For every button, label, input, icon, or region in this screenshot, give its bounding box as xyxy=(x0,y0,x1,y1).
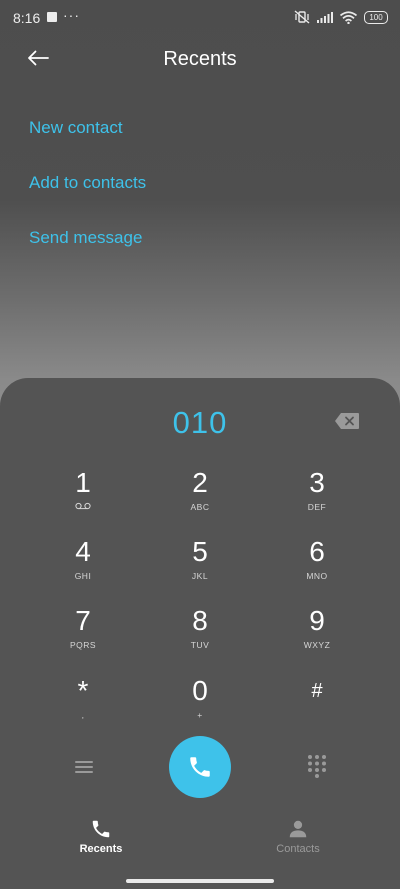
key-digit: 4 xyxy=(75,536,91,567)
key-3[interactable]: 3 DEF xyxy=(267,466,367,528)
dialpad-sheet: 010 1 2 ABC 3 DEF 4 GHI 5 JKL 6 MNO 7 PQ… xyxy=(0,378,400,889)
tab-recents[interactable]: Recents xyxy=(41,818,161,855)
key-digit: 1 xyxy=(75,467,91,498)
key-digit: 0 xyxy=(192,675,208,706)
key-digit: 3 xyxy=(309,467,325,498)
home-indicator xyxy=(126,879,274,883)
key-letters: ABC xyxy=(190,502,210,512)
key-letters: GHI xyxy=(74,571,92,581)
backspace-button[interactable] xyxy=(334,412,360,430)
status-icons: 100 xyxy=(294,10,388,24)
voicemail-icon xyxy=(75,502,91,510)
key-8[interactable]: 8 TUV xyxy=(150,604,250,666)
key-digit: 9 xyxy=(309,605,325,636)
key-digit: 8 xyxy=(192,605,208,636)
key-digit: 6 xyxy=(309,536,325,567)
key-letters: DEF xyxy=(307,502,327,512)
dialpad-icon xyxy=(308,755,326,778)
status-time: 8:16 xyxy=(13,10,41,26)
key-letters: PQRS xyxy=(69,640,97,650)
key-2[interactable]: 2 ABC xyxy=(150,466,250,528)
key-letters: TUV xyxy=(190,640,210,650)
keypad-toggle-button[interactable] xyxy=(306,754,328,778)
app-header: Recents xyxy=(0,36,400,82)
notification-icon xyxy=(47,12,57,22)
key-digit: 2 xyxy=(192,467,208,498)
key-letters: , xyxy=(81,710,85,720)
key-digit: 5 xyxy=(192,536,208,567)
key-7[interactable]: 7 PQRS xyxy=(33,604,133,666)
hamburger-menu-icon xyxy=(75,761,93,773)
key-1[interactable]: 1 xyxy=(33,466,133,528)
tab-recents-label: Recents xyxy=(79,843,123,855)
key-4[interactable]: 4 GHI xyxy=(33,535,133,597)
key-letters: MNO xyxy=(306,571,328,581)
battery-icon: 100 xyxy=(364,10,388,24)
key-6[interactable]: 6 MNO xyxy=(267,535,367,597)
tab-contacts-label: Contacts xyxy=(276,843,320,855)
key-digit: 7 xyxy=(75,605,91,636)
key-0[interactable]: 0 + xyxy=(150,674,250,736)
phone-icon xyxy=(190,757,210,777)
wifi-icon xyxy=(340,10,357,24)
key-9[interactable]: 9 WXYZ xyxy=(267,604,367,666)
key-hash[interactable]: # xyxy=(267,674,367,736)
tab-contacts[interactable]: Contacts xyxy=(238,818,358,855)
send-message-link[interactable]: Send message xyxy=(29,228,142,248)
page-title: Recents xyxy=(163,48,237,70)
more-notifications-icon: ··· xyxy=(63,7,80,23)
signal-icon xyxy=(317,12,333,23)
key-5[interactable]: 5 JKL xyxy=(150,535,250,597)
new-contact-link[interactable]: New contact xyxy=(29,118,123,138)
key-letters: WXYZ xyxy=(303,640,331,650)
menu-button[interactable] xyxy=(73,756,95,778)
key-star[interactable]: * , xyxy=(33,674,133,736)
add-to-contacts-link[interactable]: Add to contacts xyxy=(29,173,146,193)
key-digit: # xyxy=(311,680,323,702)
key-digit: * xyxy=(77,675,89,706)
backspace-icon xyxy=(335,413,359,429)
vibrate-off-icon xyxy=(294,10,310,24)
call-button[interactable] xyxy=(169,736,231,798)
status-bar: 8:16 ··· 100 xyxy=(0,0,400,36)
key-letters: + xyxy=(197,710,203,720)
person-icon xyxy=(289,820,307,838)
phone-icon xyxy=(92,820,110,838)
key-letters: JKL xyxy=(191,571,209,581)
